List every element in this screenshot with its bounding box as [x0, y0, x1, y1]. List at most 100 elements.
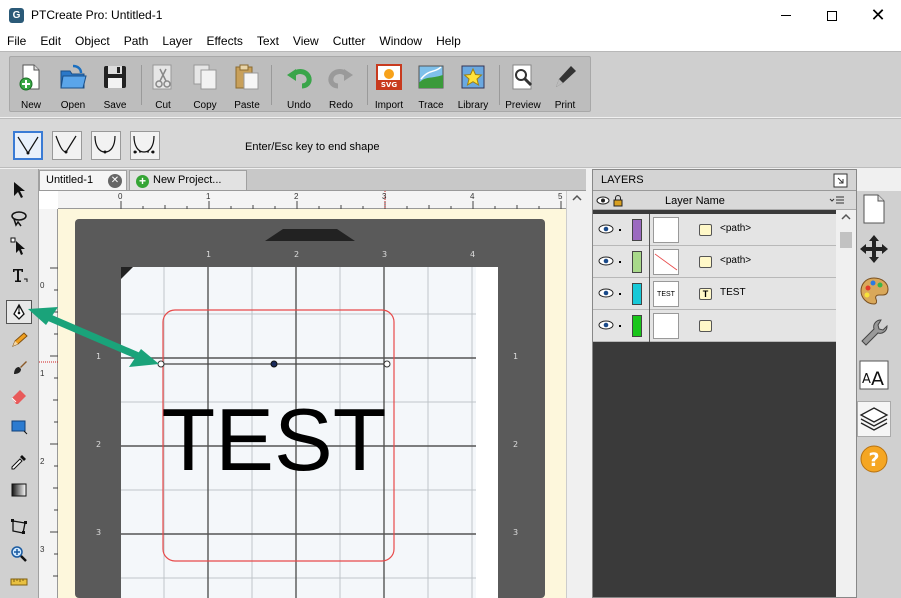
tab-untitled[interactable]: Untitled-1 ✕	[39, 170, 127, 190]
pen-print-icon	[556, 66, 576, 87]
menu-text[interactable]: Text	[250, 31, 286, 51]
eraser-icon	[11, 390, 26, 404]
font-panel-button[interactable]: AA	[857, 357, 891, 393]
preview-button[interactable]: Preview	[502, 63, 544, 111]
new-button[interactable]: New	[10, 63, 52, 111]
tab-close-icon[interactable]: ✕	[108, 174, 122, 188]
settings-panel-button[interactable]	[857, 315, 891, 351]
paste-button[interactable]: Paste	[226, 63, 268, 111]
minimize-button[interactable]	[763, 0, 809, 31]
close-button[interactable]: ✕	[855, 0, 901, 31]
path-node-selected[interactable]	[270, 360, 278, 368]
menu-bar: File Edit Object Path Layer Effects Text…	[0, 31, 901, 51]
menu-view[interactable]: View	[286, 31, 326, 51]
svg-text:A: A	[871, 368, 884, 390]
menu-cutter[interactable]: Cutter	[326, 31, 373, 51]
eyedropper-tool[interactable]	[6, 450, 32, 474]
open-button[interactable]: Open	[52, 63, 94, 111]
path-layer-icon	[699, 256, 712, 268]
help-icon: ?	[860, 445, 888, 473]
text-t-icon	[13, 269, 28, 282]
layer-row[interactable]: <path>	[593, 246, 836, 278]
node-select-tool[interactable]	[6, 234, 32, 258]
trace-icon	[418, 65, 444, 89]
svg-text:?: ?	[868, 449, 879, 471]
svg-text:A: A	[862, 372, 871, 387]
eye-icon[interactable]	[598, 287, 614, 299]
menu-help[interactable]: Help	[429, 31, 468, 51]
menu-path[interactable]: Path	[117, 31, 156, 51]
document-panel-button[interactable]	[857, 191, 891, 227]
crop-path-tool[interactable]	[6, 514, 32, 538]
path-node[interactable]	[383, 360, 391, 368]
layer-color-swatch[interactable]	[632, 315, 642, 337]
print-button[interactable]: Print	[544, 63, 586, 111]
import-svg-icon: SVG	[376, 64, 402, 90]
menu-file[interactable]: File	[0, 31, 33, 51]
cutting-mat[interactable]: 1 2 3 4 1 2 3 1 2 3 TEST	[58, 209, 566, 598]
arrow-pointer-icon	[14, 182, 25, 198]
shape-tool[interactable]	[6, 414, 32, 438]
gradient-tool[interactable]	[6, 478, 32, 502]
layer-row[interactable]: <path>	[593, 214, 836, 246]
lock-indicator[interactable]	[619, 293, 621, 295]
layer-row[interactable]	[593, 310, 836, 342]
lock-indicator[interactable]	[619, 229, 621, 231]
layers-scrollbar[interactable]	[836, 210, 856, 597]
color-panel-button[interactable]	[857, 273, 891, 309]
measure-tool[interactable]	[6, 570, 32, 594]
layer-row[interactable]: TEST T TEST	[593, 278, 836, 310]
save-button[interactable]: Save	[94, 63, 136, 111]
layer-menu-icon[interactable]	[829, 196, 845, 205]
title-bar: G PTCreate Pro: Untitled-1 ✕	[0, 0, 901, 31]
panel-expand-icon[interactable]	[833, 173, 848, 188]
layers-panel-button[interactable]	[857, 401, 891, 437]
menu-object[interactable]: Object	[68, 31, 117, 51]
text-tool[interactable]	[6, 263, 32, 287]
scroll-up-icon[interactable]	[567, 191, 586, 205]
lasso-tool[interactable]	[6, 206, 32, 230]
library-button[interactable]: Library	[452, 63, 494, 111]
corner-point-button[interactable]	[13, 131, 43, 160]
path-layer-icon	[699, 320, 712, 332]
preview-label: Preview	[505, 100, 541, 111]
trace-button[interactable]: Trace	[410, 63, 452, 111]
layer-color-swatch[interactable]	[632, 251, 642, 273]
lock-indicator[interactable]	[619, 325, 621, 327]
hruler-num: 3	[382, 192, 387, 201]
redo-button[interactable]: Redo	[320, 63, 362, 111]
maximize-button[interactable]	[809, 0, 855, 31]
row-divider	[649, 246, 650, 278]
text-layer-icon: T	[699, 288, 712, 300]
canvas-vertical-scrollbar[interactable]	[566, 191, 586, 598]
help-button[interactable]: ?	[857, 441, 891, 477]
menu-layer[interactable]: Layer	[155, 31, 199, 51]
tab-new-project[interactable]: + New Project...	[129, 170, 247, 190]
smooth-point-button[interactable]	[91, 131, 121, 160]
eye-icon[interactable]	[598, 255, 614, 267]
layer-color-swatch[interactable]	[632, 219, 642, 241]
eye-icon[interactable]	[598, 223, 614, 235]
layer-color-swatch[interactable]	[632, 283, 642, 305]
menu-effects[interactable]: Effects	[199, 31, 249, 51]
test-text-object[interactable]: TEST	[162, 390, 387, 489]
smooth-corner-button[interactable]	[52, 131, 82, 160]
scroll-thumb[interactable]	[840, 232, 852, 248]
node-pointer-icon	[10, 237, 25, 255]
lock-indicator[interactable]	[619, 261, 621, 263]
zoom-tool[interactable]	[6, 542, 32, 566]
move-panel-button[interactable]	[857, 231, 891, 267]
eraser-tool[interactable]	[6, 384, 32, 408]
canvas-area[interactable]: 0 1 2 3 4 5 0 1 2 3 1 2 3 4 1 2 3 1 2 3 …	[39, 191, 586, 598]
scroll-up-icon[interactable]	[836, 210, 856, 224]
cut-button[interactable]: Cut	[142, 63, 184, 111]
toolbar-divider	[271, 65, 272, 105]
symmetric-point-button[interactable]	[130, 131, 160, 160]
select-tool[interactable]	[6, 178, 32, 202]
eye-icon[interactable]	[598, 319, 614, 331]
undo-button[interactable]: Undo	[278, 63, 320, 111]
menu-window[interactable]: Window	[372, 31, 429, 51]
copy-button[interactable]: Copy	[184, 63, 226, 111]
import-button[interactable]: SVG Import	[368, 63, 410, 111]
menu-edit[interactable]: Edit	[33, 31, 68, 51]
